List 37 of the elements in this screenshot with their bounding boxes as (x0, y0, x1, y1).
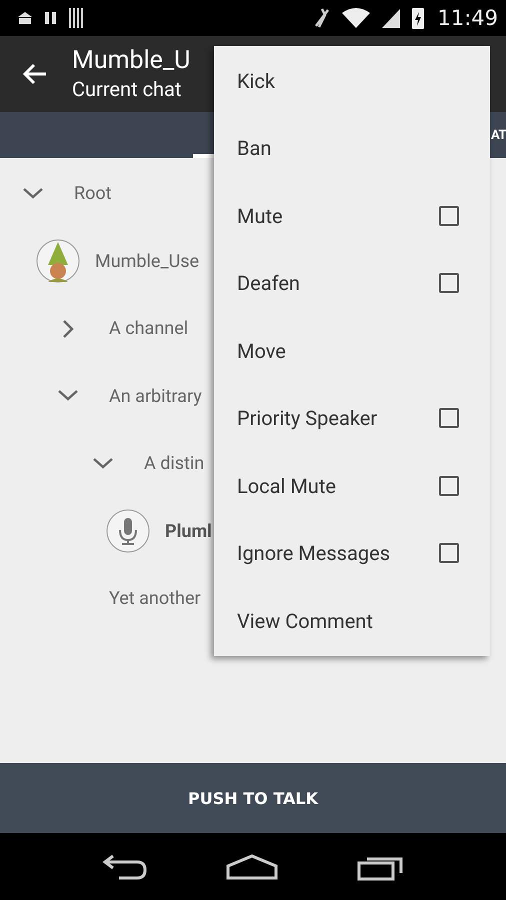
back-arrow-icon (22, 62, 48, 86)
mute-icon (313, 7, 332, 29)
menu-item[interactable]: Kick (214, 47, 490, 114)
user-name[interactable]: Pluml (165, 520, 212, 542)
menu-item[interactable]: Move (214, 317, 490, 384)
clock-time: 11:49 (437, 6, 498, 30)
menu-item[interactable]: View Comment (214, 587, 490, 654)
push-to-talk-button[interactable]: PUSH TO TALK (168, 778, 338, 818)
menu-item[interactable]: Ignore Messages (214, 520, 490, 587)
channel-name[interactable]: Yet another (109, 588, 201, 610)
checkbox[interactable] (439, 543, 459, 564)
toolbar-title: Mumble_U (72, 46, 190, 76)
channel-name[interactable]: A distin (144, 453, 204, 474)
home-icon (16, 11, 34, 25)
wifi-icon (341, 7, 372, 29)
avatar-icon (36, 239, 80, 284)
menu-item[interactable]: Ban (214, 114, 490, 182)
checkbox[interactable] (439, 408, 459, 428)
checkbox[interactable] (439, 206, 459, 226)
menu-item[interactable]: Local Mute (214, 452, 490, 520)
battery-icon (411, 6, 426, 30)
channel-name[interactable]: Root (74, 183, 112, 204)
signal-icon (381, 8, 402, 28)
toolbar-subtitle: Current chat (72, 76, 182, 102)
checkbox[interactable] (439, 273, 459, 294)
channel-name[interactable]: An arbitrary (109, 386, 202, 407)
menu-item[interactable]: Mute (214, 182, 490, 250)
checkbox[interactable] (439, 476, 459, 496)
tab[interactable]: AT (490, 112, 506, 158)
menu-item[interactable]: Priority Speaker (214, 384, 490, 452)
microphone-avatar-icon (106, 509, 150, 554)
user-name[interactable]: Mumble_Use (95, 250, 200, 272)
menu-item[interactable]: Deafen (214, 250, 490, 317)
barcode-icon (68, 8, 86, 28)
pause-icon (44, 11, 58, 25)
channel-name[interactable]: A channel (109, 318, 188, 340)
home-nav-icon (225, 854, 279, 880)
